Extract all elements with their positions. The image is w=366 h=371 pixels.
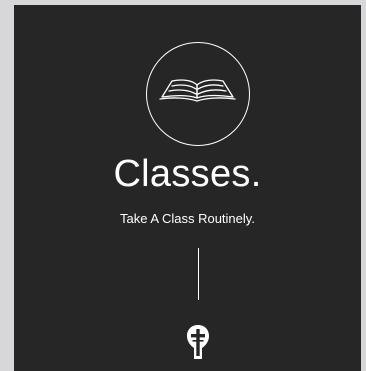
vertical-divider	[198, 248, 199, 300]
open-book-icon	[146, 42, 250, 146]
page-subtitle: Take A Class Routinely.	[120, 211, 255, 226]
page-title: Classes.	[113, 153, 262, 195]
cross-logo-icon	[185, 323, 211, 361]
class-card: Classes. Take A Class Routinely.	[14, 5, 361, 371]
